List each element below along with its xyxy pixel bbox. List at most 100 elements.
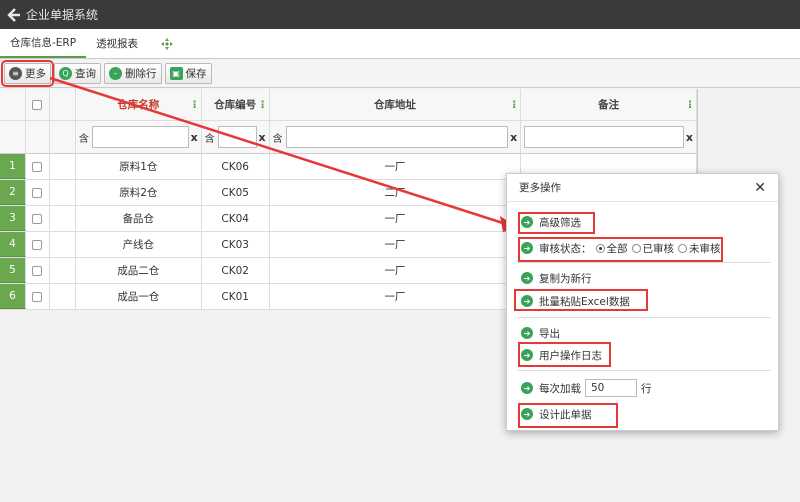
cell-code[interactable]: CK01: [202, 284, 270, 309]
checkbox[interactable]: [32, 265, 43, 276]
checkbox[interactable]: [32, 291, 43, 302]
row-select[interactable]: [26, 154, 50, 179]
header-name-label: 仓库名称: [117, 99, 160, 111]
checkbox[interactable]: [32, 187, 43, 198]
load-count-item: ➜ 每次加载 50 行: [521, 379, 652, 397]
load-count-label: 每次加载: [539, 382, 581, 395]
radio-reviewed-label[interactable]: 已审核: [643, 241, 675, 256]
filter-clear-icon[interactable]: x: [259, 131, 266, 144]
close-icon[interactable]: ✕: [754, 180, 766, 196]
row-select[interactable]: [26, 206, 50, 231]
checkbox[interactable]: [32, 213, 43, 224]
radio-all[interactable]: [595, 243, 605, 253]
review-status-item: ➜ 审核状态： 全部 已审核 未审核: [521, 239, 721, 257]
radio-all-label[interactable]: 全部: [607, 241, 628, 256]
filter-note-input[interactable]: [524, 126, 684, 148]
row-spacer: [50, 154, 76, 179]
header-name[interactable]: 仓库名称 ⁝: [76, 89, 202, 120]
save-icon: ▣: [169, 67, 183, 80]
cell-name[interactable]: 原料2仓: [76, 180, 202, 205]
delete-row-button[interactable]: – 删除行: [104, 63, 162, 84]
radio-reviewed[interactable]: [631, 243, 641, 253]
row-number: 3: [0, 206, 26, 231]
user-log-label: 用户操作日志: [539, 349, 602, 362]
cell-code[interactable]: CK03: [202, 232, 270, 257]
cell-address[interactable]: 一厂: [270, 258, 522, 283]
row-select[interactable]: [26, 258, 50, 283]
filter-code-input[interactable]: [217, 126, 257, 148]
load-count-input[interactable]: 50: [585, 379, 637, 397]
filter-row: 含x 含x 含x x: [0, 121, 698, 154]
batch-paste-label: 批量粘贴Excel数据: [539, 295, 630, 308]
column-menu-icon[interactable]: ⁝: [512, 98, 516, 111]
row-select[interactable]: [26, 232, 50, 257]
batch-paste-item[interactable]: ➜ 批量粘贴Excel数据: [521, 292, 630, 310]
cell-address[interactable]: 一厂: [270, 232, 522, 257]
cell-code[interactable]: CK02: [202, 258, 270, 283]
cell-code[interactable]: CK06: [202, 154, 270, 179]
more-operations-dialog: 更多操作 ✕ ➜ 高级筛选 ➜ 审核状态： 全部 已审核 未审核 ➜ 复制为新行…: [506, 173, 779, 431]
dialog-header: 更多操作 ✕: [507, 174, 778, 202]
header-note[interactable]: 备注 ⁝: [521, 89, 698, 120]
column-menu-icon[interactable]: ⁝: [193, 98, 197, 111]
row-spacer: [50, 180, 76, 205]
cell-address[interactable]: 一厂: [270, 284, 522, 309]
export-item[interactable]: ➜ 导出: [521, 324, 560, 342]
more-button[interactable]: ≡ 更多: [1, 60, 54, 87]
arrow-right-icon: ➜: [521, 349, 533, 361]
design-label: 设计此单据: [539, 408, 592, 421]
cell-address[interactable]: 一厂: [270, 206, 522, 231]
checkbox[interactable]: [32, 99, 43, 110]
move-icon[interactable]: [154, 29, 180, 58]
cell-address[interactable]: 一厂: [270, 154, 522, 179]
tab-label: 仓库信息-ERP: [10, 37, 77, 49]
design-item[interactable]: ➜ 设计此单据: [521, 405, 592, 423]
filter-clear-icon[interactable]: x: [686, 131, 693, 144]
cell-name[interactable]: 备品仓: [76, 206, 202, 231]
tab-warehouse-info[interactable]: 仓库信息-ERP: [0, 29, 87, 58]
cell-name[interactable]: 原料1仓: [76, 154, 202, 179]
dialog-title: 更多操作: [519, 182, 561, 194]
cell-name[interactable]: 成品一仓: [76, 284, 202, 309]
header-code[interactable]: 仓库编号 ⁝: [202, 89, 270, 120]
tab-label: 透视报表: [96, 38, 139, 50]
advanced-filter-item[interactable]: ➜ 高级筛选: [521, 213, 581, 231]
cell-name[interactable]: 成品二仓: [76, 258, 202, 283]
back-arrow-icon[interactable]: [6, 7, 22, 23]
cell-code[interactable]: CK04: [202, 206, 270, 231]
export-label: 导出: [539, 327, 560, 340]
minus-icon: –: [109, 67, 122, 80]
filter-clear-icon[interactable]: x: [510, 131, 517, 144]
column-menu-icon[interactable]: ⁝: [260, 98, 264, 111]
copy-new-row-item[interactable]: ➜ 复制为新行: [521, 269, 592, 287]
checkbox[interactable]: [32, 161, 43, 172]
cell-name[interactable]: 产线仓: [76, 232, 202, 257]
filter-clear-icon[interactable]: x: [191, 131, 198, 144]
header-address[interactable]: 仓库地址 ⁝: [270, 89, 522, 120]
cell-code[interactable]: CK05: [202, 180, 270, 205]
save-label: 保存: [185, 68, 207, 80]
save-button[interactable]: ▣ 保存: [164, 63, 212, 84]
filter-name-input[interactable]: [91, 126, 189, 148]
divider: [517, 262, 771, 263]
header-note-label: 备注: [598, 99, 620, 111]
radio-unreviewed[interactable]: [678, 243, 687, 253]
radio-unreviewed-label[interactable]: 未审核: [689, 241, 721, 256]
row-select[interactable]: [26, 284, 50, 309]
filter-contains-label: 含: [204, 133, 215, 145]
tab-pivot-report[interactable]: 透视报表: [86, 29, 148, 58]
user-log-item[interactable]: ➜ 用户操作日志: [521, 346, 602, 364]
arrow-right-icon: ➜: [521, 242, 533, 254]
filter-address-input[interactable]: [285, 126, 509, 148]
cell-address[interactable]: 二厂: [270, 180, 522, 205]
row-spacer: [50, 206, 76, 231]
query-button[interactable]: Q 查询: [54, 63, 101, 84]
checkbox[interactable]: [32, 239, 43, 250]
header-select-all[interactable]: [26, 89, 50, 120]
row-select[interactable]: [26, 180, 50, 205]
header-spacer: [50, 89, 76, 120]
column-menu-icon[interactable]: ⁝: [688, 98, 692, 111]
filter-name: 含x: [76, 121, 202, 153]
filter-contains-label: 含: [272, 133, 283, 145]
filter-note: x: [521, 121, 698, 153]
